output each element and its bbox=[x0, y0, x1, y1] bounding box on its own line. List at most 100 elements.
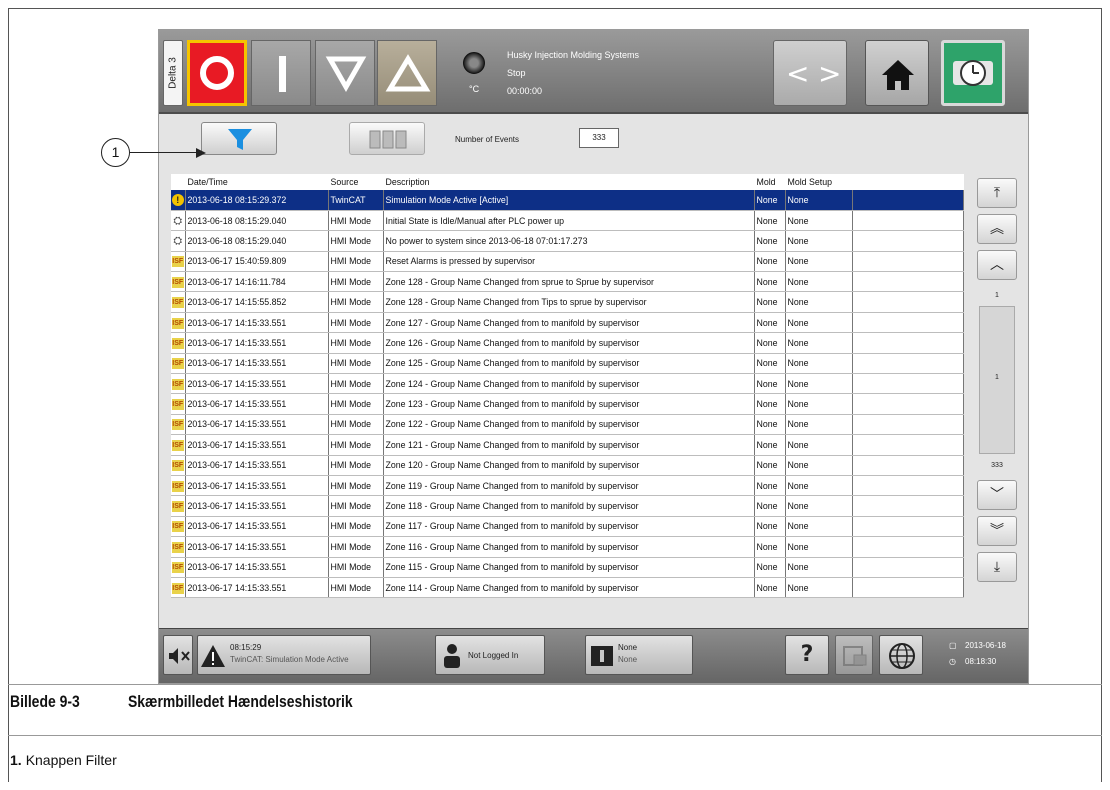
station-tab[interactable]: Delta 3 bbox=[163, 40, 183, 106]
cell-source: HMI Mode bbox=[328, 291, 384, 313]
table-row[interactable]: ISF 2013-06-17 14:15:33.551 HMI Mode Zone 1… bbox=[171, 536, 964, 558]
cell-mold: None bbox=[754, 557, 786, 578]
language-button[interactable] bbox=[879, 635, 923, 675]
filter-button[interactable] bbox=[201, 122, 277, 155]
cell-empty bbox=[852, 455, 964, 476]
mold-info-button[interactable]: None None bbox=[585, 635, 693, 675]
manual-mode-button[interactable] bbox=[251, 40, 311, 106]
alarm-time: 08:15:29 bbox=[230, 643, 262, 652]
stop-button[interactable] bbox=[187, 40, 247, 106]
table-row[interactable]: ISF 2013-06-17 14:15:55.852 HMI Mode Zone 1… bbox=[171, 291, 964, 313]
figure-legend: 1. Knappen Filter bbox=[10, 752, 117, 768]
home-button[interactable] bbox=[865, 40, 929, 106]
scroll-page-down-button[interactable]: ︾ bbox=[977, 516, 1017, 546]
cell-description: Simulation Mode Active [Active] bbox=[383, 190, 755, 211]
cell-empty bbox=[852, 332, 964, 354]
mute-button[interactable] bbox=[163, 635, 193, 675]
hmi-event-icon: ISF bbox=[171, 251, 186, 273]
nav-back-button[interactable]: < bbox=[786, 57, 809, 90]
hmi-event-icon: ISF bbox=[171, 373, 186, 395]
cell-empty bbox=[852, 353, 964, 375]
table-row[interactable]: ISF 2013-06-17 14:15:33.551 HMI Mode Zone 1… bbox=[171, 332, 964, 354]
cell-source: HMI Mode bbox=[328, 230, 384, 252]
raise-button[interactable] bbox=[377, 40, 437, 106]
table-row[interactable]: ISF 2013-06-17 14:15:33.551 HMI Mode Zone 1… bbox=[171, 475, 964, 497]
cell-source: HMI Mode bbox=[328, 332, 384, 354]
table-row[interactable]: ISF 2013-06-17 15:40:59.809 HMI Mode Reset … bbox=[171, 251, 964, 273]
plc-event-icon: ⛭ bbox=[171, 230, 186, 252]
hmi-event-icon: ISF bbox=[171, 495, 186, 517]
cell-description: Zone 128 - Group Name Changed from sprue… bbox=[383, 271, 755, 293]
scroll-top-button[interactable]: ⤒ bbox=[977, 178, 1017, 208]
table-row[interactable]: ISF 2013-06-17 14:15:33.551 HMI Mode Zone 1… bbox=[171, 393, 964, 415]
column-setup-button[interactable] bbox=[349, 122, 425, 155]
table-row[interactable]: ISF 2013-06-17 14:15:33.551 HMI Mode Zone 1… bbox=[171, 495, 964, 517]
table-row[interactable]: ⛭ 2013-06-18 08:15:29.040 HMI Mode Initial … bbox=[171, 210, 964, 232]
clock-button[interactable] bbox=[941, 40, 1005, 106]
cell-mold: None bbox=[754, 230, 786, 252]
column-header-description[interactable]: Description bbox=[383, 174, 755, 190]
cell-mold: None bbox=[754, 516, 786, 538]
scroll-bottom-button[interactable]: ⤓ bbox=[977, 552, 1017, 582]
cell-description: Zone 121 - Group Name Changed from to ma… bbox=[383, 434, 755, 456]
cell-mold-setup: None bbox=[785, 516, 853, 538]
scroll-range-start: 1 bbox=[995, 292, 999, 299]
cell-description: Zone 116 - Group Name Changed from to ma… bbox=[383, 536, 755, 558]
plc-event-icon: ⛭ bbox=[171, 210, 186, 232]
scroll-page-up-button[interactable]: ︽ bbox=[977, 214, 1017, 244]
alarm-warning-icon bbox=[201, 645, 225, 667]
nav-forward-button[interactable]: > bbox=[818, 57, 841, 90]
cell-mold-setup: None bbox=[785, 291, 853, 313]
screenshot-button[interactable] bbox=[835, 635, 873, 675]
table-row[interactable]: ISF 2013-06-17 14:15:33.551 HMI Mode Zone 1… bbox=[171, 373, 964, 395]
cell-mold-setup: None bbox=[785, 373, 853, 395]
cell-empty bbox=[852, 557, 964, 578]
cell-datetime: 2013-06-17 14:15:33.551 bbox=[185, 455, 329, 476]
table-row[interactable]: ISF 2013-06-17 14:15:33.551 HMI Mode Zone 1… bbox=[171, 557, 964, 578]
cell-empty bbox=[852, 373, 964, 395]
active-alarm-button[interactable]: 08:15:29 TwinCAT: Simulation Mode Active bbox=[197, 635, 371, 675]
legend-number: 1. bbox=[10, 752, 22, 768]
scroll-position: 1 bbox=[995, 374, 999, 381]
cell-datetime: 2013-06-17 14:15:55.852 bbox=[185, 291, 329, 313]
hmi-event-icon: ISF bbox=[171, 455, 186, 476]
scroll-down-button[interactable]: ﹀ bbox=[977, 480, 1017, 510]
first-page-icon: ⤒ bbox=[993, 185, 1001, 201]
hmi-event-icon: ISF bbox=[171, 475, 186, 497]
machine-state: Stop bbox=[507, 68, 526, 78]
cell-source: TwinCAT bbox=[328, 190, 384, 211]
table-row[interactable]: ISF 2013-06-17 14:15:33.551 HMI Mode Zone 1… bbox=[171, 414, 964, 436]
cell-mold: None bbox=[754, 353, 786, 375]
screenshot-icon bbox=[843, 646, 867, 666]
lower-button[interactable] bbox=[315, 40, 375, 106]
table-row[interactable]: ISF 2013-06-17 14:15:33.551 HMI Mode Zone 1… bbox=[171, 577, 964, 599]
table-row[interactable]: ISF 2013-06-17 14:15:33.551 HMI Mode Zone 1… bbox=[171, 434, 964, 456]
table-row[interactable]: ISF 2013-06-17 14:16:11.784 HMI Mode Zone 1… bbox=[171, 271, 964, 293]
user-login-button[interactable]: Not Logged In bbox=[435, 635, 545, 675]
columns-icon bbox=[369, 130, 407, 149]
cell-description: Zone 122 - Group Name Changed from to ma… bbox=[383, 414, 755, 436]
table-row[interactable]: ⛭ 2013-06-18 08:15:29.040 HMI Mode No power… bbox=[171, 230, 964, 252]
scroll-up-button[interactable]: ︿ bbox=[977, 250, 1017, 280]
cell-empty bbox=[852, 536, 964, 558]
events-count-field: 333 bbox=[579, 128, 619, 148]
table-row[interactable]: ISF 2013-06-17 14:15:33.551 HMI Mode Zone 1… bbox=[171, 353, 964, 375]
column-header-datetime[interactable]: Date/Time bbox=[185, 174, 329, 190]
help-button[interactable]: ? bbox=[785, 635, 829, 675]
table-row[interactable]: ISF 2013-06-17 14:15:33.551 HMI Mode Zone 1… bbox=[171, 455, 964, 476]
table-row[interactable]: ISF 2013-06-17 14:15:33.551 HMI Mode Zone 1… bbox=[171, 312, 964, 334]
cell-description: Zone 127 - Group Name Changed from to ma… bbox=[383, 312, 755, 334]
table-row[interactable]: ! 2013-06-18 08:15:29.372 TwinCAT Simulatio… bbox=[171, 190, 964, 211]
cell-description: Zone 124 - Group Name Changed from to ma… bbox=[383, 373, 755, 395]
icon-column-header bbox=[171, 174, 186, 190]
column-header-mold-setup[interactable]: Mold Setup bbox=[785, 174, 853, 190]
cell-empty bbox=[852, 190, 964, 211]
column-header-source[interactable]: Source bbox=[328, 174, 384, 190]
table-row[interactable]: ISF 2013-06-17 14:15:33.551 HMI Mode Zone 1… bbox=[171, 516, 964, 538]
cell-empty bbox=[852, 495, 964, 517]
cell-datetime: 2013-06-17 14:15:33.551 bbox=[185, 475, 329, 497]
last-page-icon: ⤓ bbox=[993, 559, 1001, 575]
cell-description: Initial State is Idle/Manual after PLC p… bbox=[383, 210, 755, 232]
cell-mold-setup: None bbox=[785, 210, 853, 232]
column-header-mold[interactable]: Mold bbox=[754, 174, 786, 190]
